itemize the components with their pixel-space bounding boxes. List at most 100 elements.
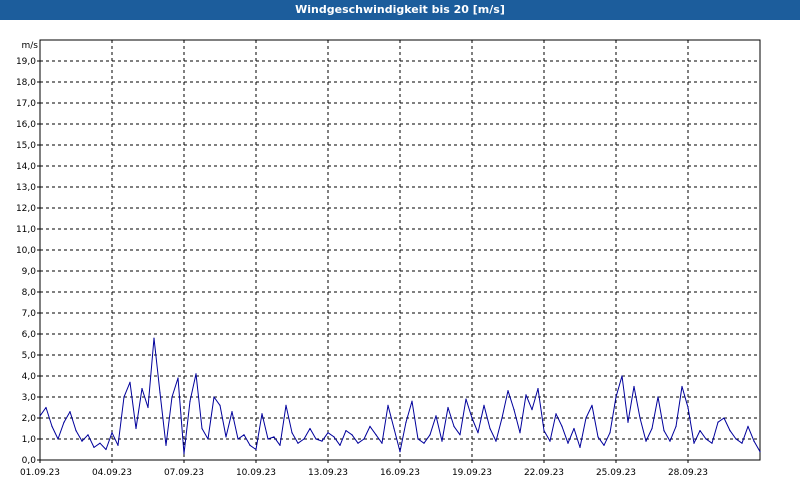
data-point [411,400,413,402]
x-tick-label: 16.09.23 [380,468,420,478]
window-title: Windgeschwindigkeit bis 20 [m/s] [0,0,800,20]
data-point [663,430,665,432]
data-point [45,406,47,409]
data-point [267,438,269,440]
data-point [651,427,653,430]
data-point [567,442,569,444]
y-tick-label: 4,0 [22,372,37,382]
data-point [39,415,41,417]
data-point [129,381,131,383]
x-tick-label: 28.09.23 [668,468,708,478]
x-tick-label: 13.09.23 [308,468,348,478]
y-axis-unit-label: m/s [22,41,39,51]
y-tick-label: 19,0 [16,57,36,67]
data-point [687,406,689,409]
data-point [759,451,761,453]
data-point [753,440,755,442]
data-point [201,427,203,430]
x-tick-labels: 01.09.23 04.09.23 07.09.23 10.09.23 13.09.23… [20,468,708,478]
data-point [393,427,395,430]
data-point [627,421,629,423]
data-point [165,444,167,446]
data-point [603,444,605,446]
data-point [453,425,455,427]
data-point [735,438,737,440]
data-point [51,425,53,427]
data-point [693,442,695,444]
data-point [123,396,125,398]
data-point [225,436,227,438]
data-point [531,409,533,411]
data-point [615,396,617,398]
data-point [153,337,155,339]
data-point [243,434,245,436]
x-tick-label: 25.09.23 [596,468,636,478]
chart-plot: 0,0 1,0 2,0 3,0 4,0 5,0 6,0 7,0 8,0 9,0 10,0 11,0 12… [16,39,761,478]
data-point [711,442,713,444]
data-point [279,444,281,446]
data-point [681,385,683,388]
data-point [177,377,179,379]
x-tick-label: 01.09.23 [20,468,60,478]
data-point [741,442,743,444]
y-tick-label: 2,0 [22,414,37,424]
data-point [387,404,389,406]
data-point [645,440,647,442]
data-point [249,444,251,446]
data-point [339,444,341,446]
data-point [255,448,257,451]
data-point [459,434,461,436]
data-point [399,451,401,453]
x-tick-label: 07.09.23 [164,468,204,478]
x-tick-label: 22.09.23 [524,468,564,478]
data-point [285,404,287,406]
data-point [549,440,551,442]
x-tick-label: 10.09.23 [236,468,276,478]
data-point [543,430,545,432]
data-point [519,432,521,434]
data-point [333,436,335,438]
data-point [351,434,353,436]
data-point [405,421,407,423]
data-point [585,417,587,419]
data-point [717,421,719,423]
data-point [609,432,611,434]
data-point [417,438,419,440]
data-point [171,396,173,398]
data-point [375,434,377,436]
data-point [501,417,503,419]
data-point [435,415,437,417]
data-point [93,446,95,448]
data-point [447,406,449,409]
y-tick-label: 10,0 [16,246,36,256]
data-point [195,373,197,375]
data-point [639,417,641,419]
data-point [495,440,497,442]
data-point [213,396,215,398]
data-point [237,438,239,440]
data-point [381,442,383,444]
data-point [357,442,359,444]
data-point [141,388,143,390]
data-point [513,409,515,411]
grid-lines [40,40,760,460]
y-tick-label: 0,0 [22,456,37,466]
data-point [525,394,527,396]
data-point [705,438,707,440]
data-point [507,390,509,392]
data-point [219,404,221,406]
data-point [465,398,467,400]
data-point [423,442,425,444]
data-point [699,430,701,432]
chart-window: Windgeschwindigkeit bis 20 [m/s] 0,0 1,0 2… [0,0,800,500]
data-point [261,413,263,415]
y-tick-label: 6,0 [22,330,37,340]
y-tick-label: 8,0 [22,288,37,298]
data-point [291,432,293,434]
data-point [231,411,233,413]
y-tick-label: 16,0 [16,120,36,130]
data-point [135,427,137,430]
data-point [555,413,557,415]
y-tick-label: 13,0 [16,183,36,193]
data-point [321,440,323,442]
